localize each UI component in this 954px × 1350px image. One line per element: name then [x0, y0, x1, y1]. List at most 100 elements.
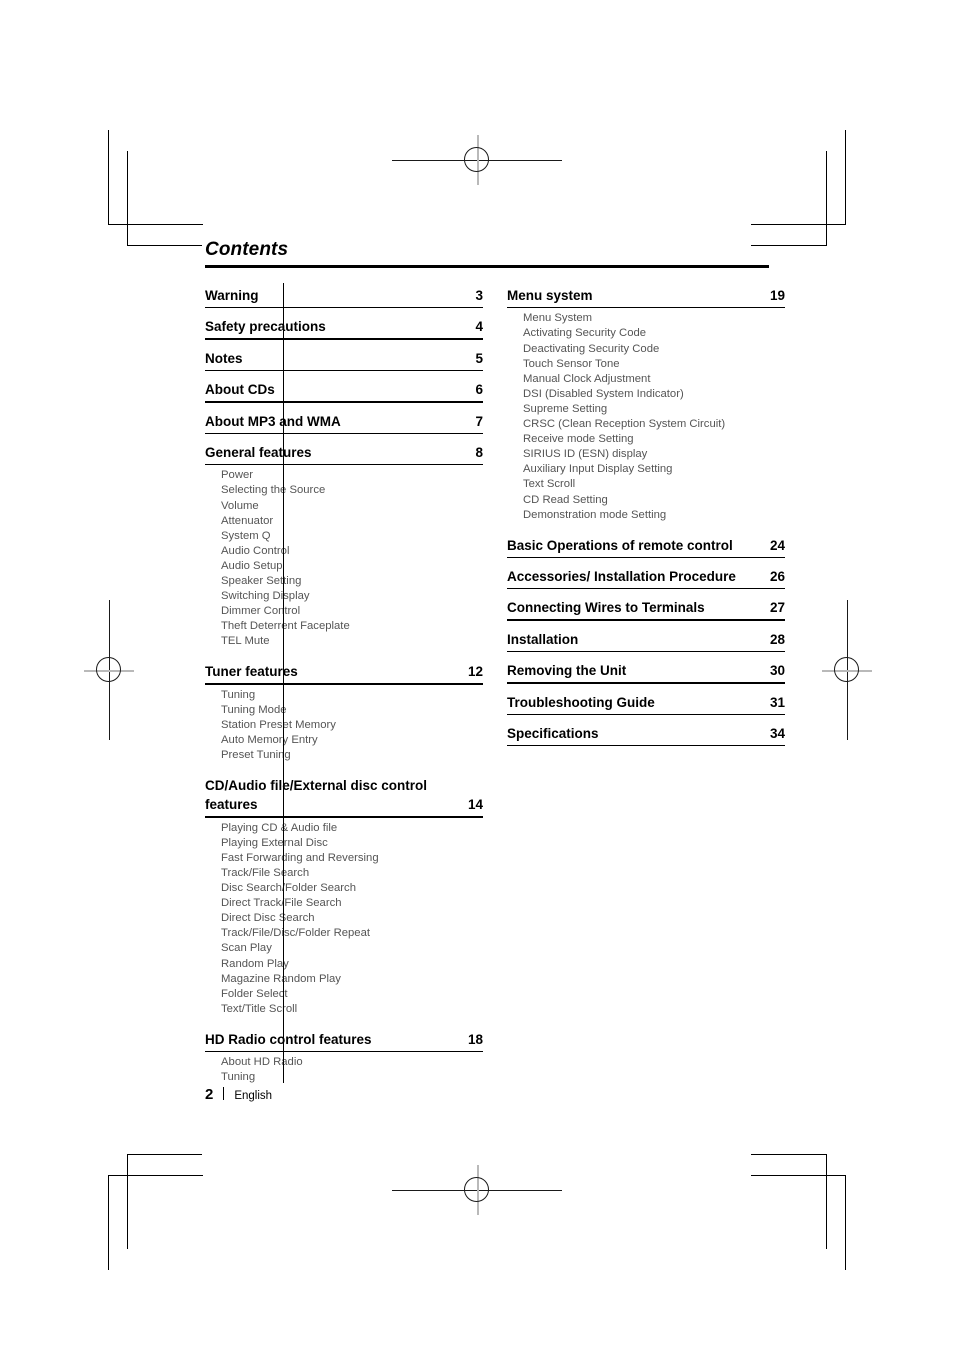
toc-subitem[interactable]: Dimmer Control: [221, 604, 483, 619]
toc-entry-label: Basic Operations of remote control: [507, 537, 733, 553]
toc-subitem[interactable]: Direct Track/File Search: [221, 896, 483, 911]
toc-column-right: Menu system 19 Menu System Activating Secur…: [507, 286, 785, 747]
toc-subitem[interactable]: About HD Radio: [221, 1055, 483, 1070]
toc-entry[interactable]: Specifications 34: [507, 724, 785, 747]
toc-entry[interactable]: About CDs 6: [205, 380, 483, 403]
toc-entry-label: Connecting Wires to Terminals: [507, 600, 705, 616]
toc-subitem[interactable]: CD Read Setting: [523, 493, 785, 508]
toc-subitem[interactable]: Magazine Random Play: [221, 972, 483, 987]
toc-subitem[interactable]: Demonstration mode Setting: [523, 508, 785, 523]
toc-group: Connecting Wires to Terminals 27: [507, 598, 785, 621]
toc-subitem[interactable]: Tuning: [221, 1070, 483, 1085]
toc-entry-page: 4: [475, 319, 483, 335]
toc-subitem[interactable]: Touch Sensor Tone: [523, 357, 785, 372]
toc-entry[interactable]: Notes 5: [205, 349, 483, 372]
toc-subitem[interactable]: Track/File Search: [221, 866, 483, 881]
toc-entry-rule: [507, 713, 785, 716]
toc-group: Notes 5: [205, 349, 483, 372]
toc-subitem[interactable]: Menu System: [523, 311, 785, 326]
toc-subitem[interactable]: DSI (Disabled System Indicator): [523, 387, 785, 402]
toc-subitem[interactable]: Random Play: [221, 957, 483, 972]
toc-entry-rule: [507, 682, 785, 684]
toc-entry-page: 8: [475, 444, 483, 460]
toc-entry-page: 31: [769, 694, 785, 710]
toc-subitem[interactable]: Manual Clock Adjustment: [523, 372, 785, 387]
toc-subitem[interactable]: Volume: [221, 499, 483, 514]
toc-entry-label: Warning: [205, 288, 259, 303]
toc-subitem[interactable]: SIRIUS ID (ESN) display: [523, 447, 785, 462]
toc-subitem[interactable]: Switching Display: [221, 589, 483, 604]
toc-subitem-list: Menu System Activating Security Code Deact…: [507, 311, 785, 522]
toc-group: Warning 3: [205, 286, 483, 309]
toc-subitem[interactable]: Audio Setup: [221, 559, 483, 574]
registration-mark-right: [822, 600, 872, 740]
toc-subitem[interactable]: Deactivating Security Code: [523, 342, 785, 357]
toc-subitem[interactable]: Folder Select: [221, 987, 483, 1002]
footer-page-number: 2: [205, 1086, 214, 1103]
toc-entry[interactable]: Tuner features 12: [205, 662, 483, 685]
toc-subitem[interactable]: Fast Forwarding and Reversing: [221, 851, 483, 866]
toc-subitem[interactable]: Attenuator: [221, 514, 483, 529]
toc-entry-rule: [205, 683, 483, 685]
toc-subitem[interactable]: Text/Title Scroll: [221, 1002, 483, 1017]
toc-group: Specifications 34: [507, 724, 785, 747]
toc-group: Installation 28: [507, 630, 785, 653]
toc-subitem[interactable]: System Q: [221, 529, 483, 544]
toc-group: Accessories/ Installation Procedure 26: [507, 567, 785, 590]
toc-subitem[interactable]: Scan Play: [221, 941, 483, 956]
toc-entry[interactable]: Menu system 19: [507, 286, 785, 309]
toc-entry[interactable]: About MP3 and WMA 7: [205, 412, 483, 434]
toc-entry[interactable]: Connecting Wires to Terminals 27: [507, 598, 785, 621]
toc-group: Basic Operations of remote control 24: [507, 536, 785, 559]
toc-subitem[interactable]: Selecting the Source: [221, 483, 483, 498]
toc-subitem[interactable]: Track/File/Disc/Folder Repeat: [221, 926, 483, 941]
toc-subitem[interactable]: Preset Tuning: [221, 748, 483, 763]
toc-entry-rule: [507, 619, 785, 621]
toc-subitem[interactable]: Tuning Mode: [221, 703, 483, 718]
toc-entry-rule: [205, 463, 483, 466]
toc-subitem[interactable]: Disc Search/Folder Search: [221, 881, 483, 896]
toc-entry-rule: [205, 1050, 483, 1053]
toc-columns: Warning 3 Safety precautions 4 Notes 5 About C…: [205, 286, 785, 1086]
toc-subitem[interactable]: CRSC (Clean Reception System Circuit): [523, 417, 785, 432]
toc-entry[interactable]: Basic Operations of remote control 24: [507, 536, 785, 559]
toc-subitem[interactable]: Theft Deterrent Faceplate: [221, 619, 483, 634]
toc-entry-label: Safety precautions: [205, 319, 326, 335]
toc-subitem[interactable]: Speaker Setting: [221, 574, 483, 589]
toc-subitem[interactable]: Text Scroll: [523, 477, 785, 492]
page-canvas: Contents Warning 3 Safety precautions 4 Note…: [0, 0, 954, 1350]
toc-subitem[interactable]: Playing External Disc: [221, 836, 483, 851]
toc-entry-rule: [507, 556, 785, 559]
toc-subitem[interactable]: Auto Memory Entry: [221, 733, 483, 748]
toc-subitem[interactable]: Activating Security Code: [523, 326, 785, 341]
toc-entry-rule: [205, 401, 483, 403]
toc-entry-page: 26: [769, 569, 785, 585]
toc-entry[interactable]: HD Radio control features 18: [205, 1030, 483, 1053]
toc-entry[interactable]: Accessories/ Installation Procedure 26: [507, 567, 785, 590]
toc-subitem[interactable]: Supreme Setting: [523, 402, 785, 417]
toc-entry[interactable]: CD/Audio file/External disc control featu…: [205, 776, 483, 818]
toc-subitem[interactable]: Tuning: [221, 688, 483, 703]
toc-subitem[interactable]: Station Preset Memory: [221, 718, 483, 733]
toc-group: Safety precautions 4: [205, 317, 483, 340]
toc-subitem[interactable]: Audio Control: [221, 544, 483, 559]
toc-subitem[interactable]: Power: [221, 468, 483, 483]
toc-subitem[interactable]: TEL Mute: [221, 634, 483, 649]
toc-entry[interactable]: Warning 3: [205, 286, 483, 309]
toc-entry[interactable]: Installation 28: [507, 630, 785, 653]
toc-subitem[interactable]: Playing CD & Audio file: [221, 821, 483, 836]
toc-entry[interactable]: Removing the Unit 30: [507, 661, 785, 684]
toc-entry[interactable]: General features 8: [205, 443, 483, 466]
toc-entry-rule: [205, 432, 483, 434]
toc-subitem[interactable]: Receive mode Setting: [523, 432, 785, 447]
toc-group: Tuner features 12 Tuning Tuning Mode Station…: [205, 662, 483, 763]
toc-entry-page: 24: [769, 537, 785, 553]
toc-subitem-list: Tuning Tuning Mode Station Preset Memory Au…: [205, 688, 483, 763]
toc-subitem[interactable]: Direct Disc Search: [221, 911, 483, 926]
toc-subitem[interactable]: Auxiliary Input Display Setting: [523, 462, 785, 477]
toc-subitem-list: About HD Radio Tuning: [205, 1055, 483, 1085]
toc-entry[interactable]: Safety precautions 4: [205, 317, 483, 340]
toc-entry-page: 19: [769, 288, 785, 303]
toc-entry-rule: [507, 650, 785, 653]
toc-entry[interactable]: Troubleshooting Guide 31: [507, 693, 785, 716]
